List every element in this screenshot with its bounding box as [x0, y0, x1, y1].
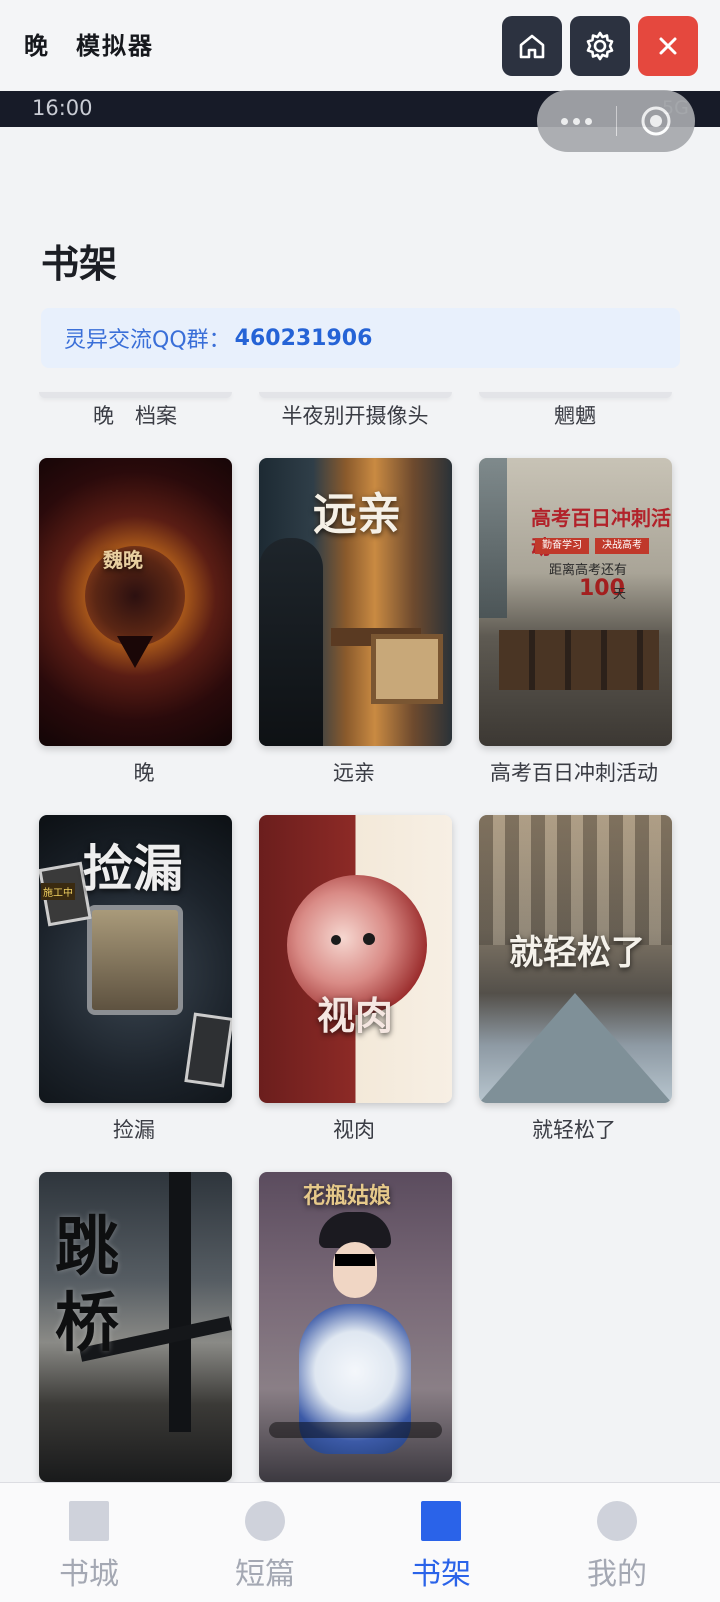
cover-pupil: [117, 636, 153, 668]
book-title[interactable]: 捡漏: [24, 1114, 244, 1144]
cover-edge[interactable]: [39, 392, 232, 398]
book-title[interactable]: 半夜别开摄像头: [245, 400, 465, 430]
nav-item-short-stories[interactable]: 短篇: [190, 1501, 340, 1601]
gear-icon: [586, 31, 614, 61]
book-cover[interactable]: 高考百日冲刺活动 勤奋学习 决战高考 距离高考还有 100 天: [479, 458, 672, 746]
cover-title: 花瓶姑娘: [303, 1184, 392, 1209]
book-cover[interactable]: 花瓶姑娘: [259, 1172, 452, 1482]
cover-sign: 施工中: [41, 883, 75, 900]
settings-button[interactable]: [570, 16, 630, 76]
cover-title: 桥: [55, 1287, 119, 1361]
nav-label: 我的: [587, 1557, 647, 1592]
book-cover[interactable]: 魏晚: [39, 458, 232, 746]
cover-frame: [87, 905, 183, 1015]
nav-item-bookstore[interactable]: 书城: [14, 1501, 164, 1601]
home-button[interactable]: [502, 16, 562, 76]
cover-comment-bar: [269, 1422, 442, 1438]
qq-number: 460231906: [234, 325, 373, 351]
capsule-menu: [537, 90, 695, 152]
cover-tag: 勤奋学习: [535, 538, 589, 554]
cover-eye: [331, 935, 341, 945]
cover-title: 远亲: [313, 489, 401, 540]
book-title[interactable]: 高考百日冲刺活动: [464, 757, 684, 787]
nav-label: 书架: [411, 1557, 471, 1592]
nav-label: 短篇: [235, 1557, 295, 1592]
cover-photo: [371, 634, 443, 704]
book-title[interactable]: 晚: [34, 757, 254, 787]
cover-title: 捡漏: [83, 840, 183, 898]
home-icon: [519, 34, 545, 59]
cover-figure: [259, 538, 323, 746]
cover-edge[interactable]: [259, 392, 452, 398]
book-cover[interactable]: 视肉: [259, 815, 452, 1103]
profile-icon: [597, 1501, 637, 1541]
cover-days-unit: 天: [613, 587, 627, 602]
cover-roof: [479, 993, 672, 1103]
exit-miniprogram-button[interactable]: [616, 90, 695, 152]
short-stories-icon: [245, 1501, 285, 1541]
bookstore-icon: [69, 1501, 109, 1541]
nav-label: 书城: [59, 1557, 119, 1592]
book-title[interactable]: 视肉: [244, 1114, 464, 1144]
book-cover[interactable]: 就轻松了: [479, 815, 672, 1103]
cover-window: [479, 458, 507, 618]
bookshelf-icon: [421, 1501, 461, 1541]
cover-desks: [499, 630, 659, 690]
cover-photo: [184, 1012, 232, 1088]
close-icon: [659, 37, 677, 55]
close-button[interactable]: [638, 16, 698, 76]
cover-title: 魏晚: [103, 548, 143, 572]
cover-eye: [363, 933, 375, 945]
cover-bridge-tower: [169, 1172, 191, 1432]
nav-item-bookshelf[interactable]: 书架: [366, 1501, 516, 1601]
book-title[interactable]: 魍魉: [465, 400, 685, 430]
cover-title: 就轻松了: [509, 933, 645, 973]
more-button[interactable]: [537, 90, 616, 152]
page-title: 书架: [41, 242, 118, 286]
cover-face: [333, 1242, 377, 1298]
qq-label: 灵异交流QQ群：: [64, 328, 231, 353]
book-cover[interactable]: 施工中 捡漏: [39, 815, 232, 1103]
book-title[interactable]: 远亲: [244, 757, 464, 787]
status-time: 16:00: [32, 96, 93, 120]
bottom-nav: 书城 短篇 书架 我的: [0, 1482, 720, 1602]
cover-tag: 决战高考: [595, 538, 649, 554]
app-title: 晚 模拟器: [24, 32, 154, 60]
cover-edge[interactable]: [479, 392, 672, 398]
qq-group-banner[interactable]: 灵异交流QQ群： 460231906: [41, 308, 680, 368]
app-bar: 晚 模拟器: [0, 0, 720, 90]
book-title[interactable]: 就轻松了: [464, 1114, 684, 1144]
nav-item-profile[interactable]: 我的: [542, 1501, 692, 1601]
book-cover[interactable]: 远亲: [259, 458, 452, 746]
previous-row: 晚 档案 半夜别开摄像头 魍魉: [0, 392, 720, 442]
book-title[interactable]: 晚 档案: [25, 400, 245, 430]
cover-title: 视肉: [317, 994, 394, 1038]
target-icon: [641, 106, 670, 136]
book-cover[interactable]: 跳 桥: [39, 1172, 232, 1482]
cover-blindfold: [335, 1254, 375, 1266]
more-dots-icon: [561, 117, 568, 125]
